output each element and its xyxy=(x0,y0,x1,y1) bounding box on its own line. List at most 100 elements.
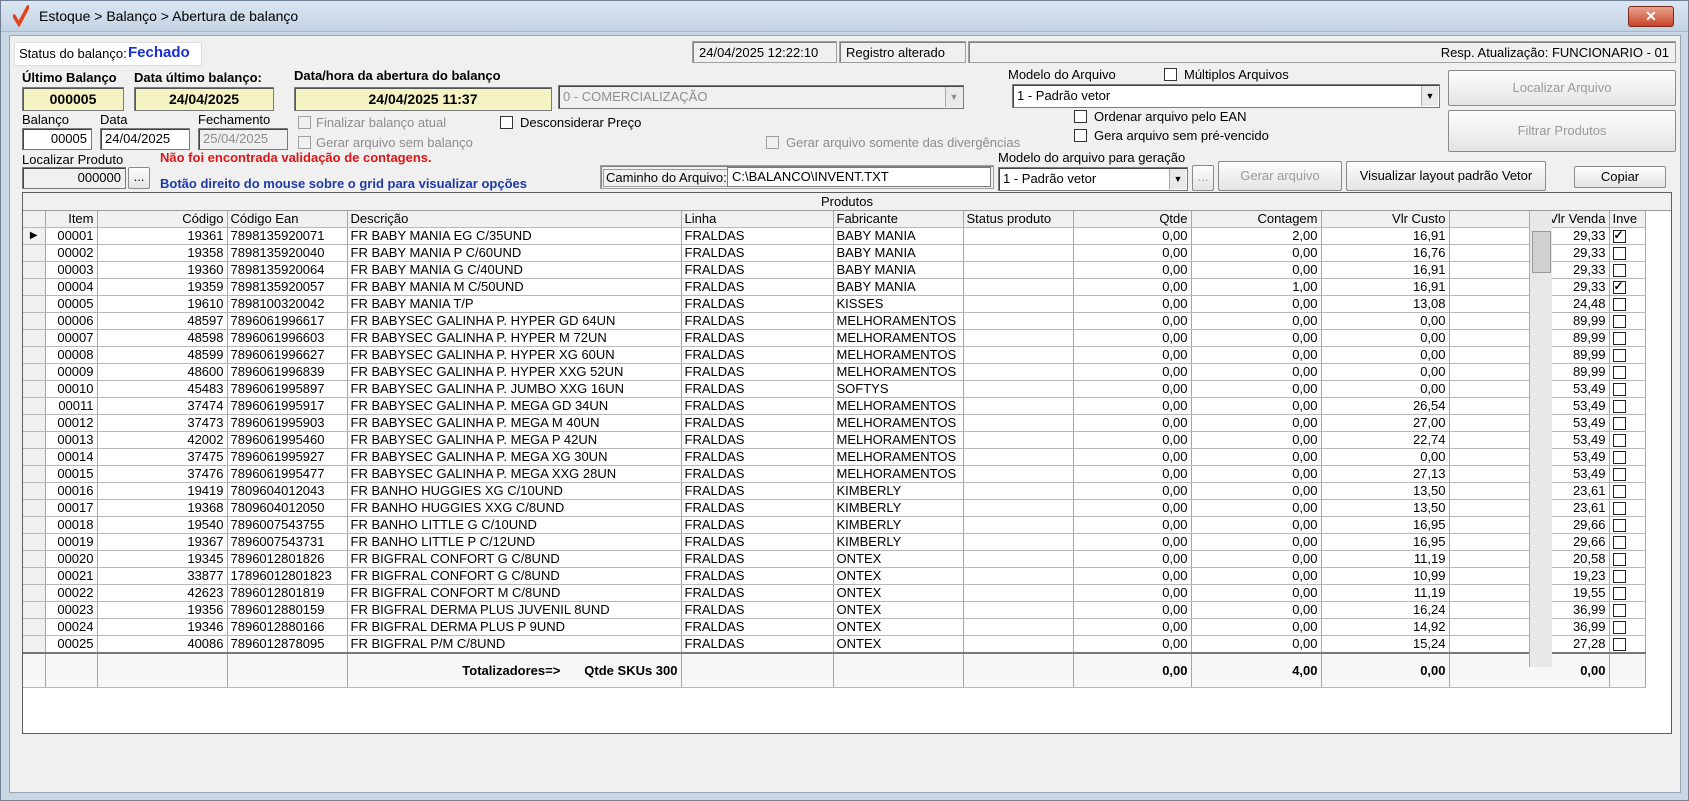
cell-status[interactable] xyxy=(963,244,1074,262)
table-row[interactable]: 00025 40086 7896012878095 FR BIGFRAL P/M C/… xyxy=(23,635,1646,654)
cell-descricao[interactable]: FR BIGFRAL DERMA PLUS P 9UND xyxy=(347,618,682,636)
cell-qtde[interactable]: 0,00 xyxy=(1073,261,1192,279)
cell-fabricante[interactable]: BABY MANIA xyxy=(833,278,964,296)
inventario-checkbox[interactable] xyxy=(1612,468,1626,482)
cell-ean[interactable]: 17896012801823 xyxy=(227,567,348,585)
cell-contagem[interactable]: 0,00 xyxy=(1191,363,1322,381)
filtrar-produtos-button[interactable]: Filtrar Produtos xyxy=(1448,110,1676,152)
cell-descricao[interactable]: FR BANHO LITTLE G C/10UND xyxy=(347,516,682,534)
cell-contagem[interactable]: 0,00 xyxy=(1191,380,1322,398)
cell-descricao[interactable]: FR BABYSEC GALINHA P. HYPER GD 64UN xyxy=(347,312,682,330)
col-header-item[interactable]: Item xyxy=(45,211,98,228)
cell-qtde[interactable]: 0,00 xyxy=(1073,499,1192,517)
cell-codigo[interactable]: 48599 xyxy=(97,346,228,364)
cell-qtde[interactable]: 0,00 xyxy=(1073,414,1192,432)
col-header-status[interactable]: Status produto xyxy=(963,211,1074,228)
cell-contagem[interactable]: 0,00 xyxy=(1191,550,1322,568)
cell-descricao[interactable]: FR BABYSEC GALINHA P. HYPER XG 60UN xyxy=(347,346,682,364)
cell-fabricante[interactable]: MELHORAMENTOS xyxy=(833,431,964,449)
col-header-inventario[interactable]: Inve xyxy=(1609,211,1646,228)
cell-ean[interactable]: 7896061996603 xyxy=(227,329,348,347)
cell-custo[interactable]: 0,00 xyxy=(1321,312,1450,330)
cell-contagem[interactable]: 0,00 xyxy=(1191,465,1322,483)
modelo-arquivo-select[interactable]: 1 - Padrão vetor ▼ xyxy=(1012,84,1440,108)
cell-descricao[interactable]: FR BABYSEC GALINHA P. MEGA XXG 28UN xyxy=(347,465,682,483)
table-row[interactable]: 00016 19419 7809604012043 FR BANHO HUGGIES … xyxy=(23,482,1646,500)
cell-item[interactable]: 00024 xyxy=(45,618,98,636)
cell-contagem[interactable]: 0,00 xyxy=(1191,533,1322,551)
inventario-checkbox[interactable] xyxy=(1612,400,1626,414)
cell-fabricante[interactable]: MELHORAMENTOS xyxy=(833,346,964,364)
cell-inventario[interactable] xyxy=(1609,363,1646,381)
cell-linha[interactable]: FRALDAS xyxy=(681,346,834,364)
cell-codigo[interactable]: 19368 xyxy=(97,499,228,517)
cell-ean[interactable]: 7896061996839 xyxy=(227,363,348,381)
cell-ean[interactable]: 7896061996617 xyxy=(227,312,348,330)
table-row[interactable]: 00011 37474 7896061995917 FR BABYSEC GALINH… xyxy=(23,397,1646,415)
table-row[interactable]: 00012 37473 7896061995903 FR BABYSEC GALINH… xyxy=(23,414,1646,432)
cell-qtde[interactable]: 0,00 xyxy=(1073,380,1192,398)
inventario-checkbox[interactable] xyxy=(1612,604,1626,618)
cell-codigo[interactable]: 19356 xyxy=(97,601,228,619)
cell-custo[interactable]: 11,19 xyxy=(1321,550,1450,568)
cell-status[interactable] xyxy=(963,312,1074,330)
cell-inventario[interactable] xyxy=(1609,618,1646,636)
cell-descricao[interactable]: FR BABYSEC GALINHA P. MEGA M 40UN xyxy=(347,414,682,432)
cell-linha[interactable]: FRALDAS xyxy=(681,295,834,313)
cell-custo[interactable]: 27,00 xyxy=(1321,414,1450,432)
inventario-checkbox[interactable] xyxy=(1612,366,1626,380)
cell-item[interactable]: 00011 xyxy=(45,397,98,415)
table-row[interactable]: 00008 48599 7896061996627 FR BABYSEC GALINH… xyxy=(23,346,1646,364)
cell-linha[interactable]: FRALDAS xyxy=(681,465,834,483)
cell-inventario[interactable] xyxy=(1609,533,1646,551)
cell-codigo[interactable]: 19419 xyxy=(97,482,228,500)
col-header-descricao[interactable]: Descrição xyxy=(347,211,682,228)
cell-ean[interactable]: 7896061995927 xyxy=(227,448,348,466)
cell-status[interactable] xyxy=(963,295,1074,313)
cell-contagem[interactable]: 0,00 xyxy=(1191,516,1322,534)
col-header-fabricante[interactable]: Fabricante xyxy=(833,211,964,228)
cell-codigo[interactable]: 37473 xyxy=(97,414,228,432)
cell-fabricante[interactable]: BABY MANIA xyxy=(833,227,964,245)
cell-fabricante[interactable]: ONTEX xyxy=(833,618,964,636)
cell-custo[interactable]: 16,76 xyxy=(1321,244,1450,262)
cell-custo[interactable]: 0,00 xyxy=(1321,380,1450,398)
cell-item[interactable]: 00006 xyxy=(45,312,98,330)
cell-inventario[interactable] xyxy=(1609,278,1646,296)
cell-descricao[interactable]: FR BANHO LITTLE P C/12UND xyxy=(347,533,682,551)
row-indicator[interactable]: ▶ xyxy=(23,227,46,245)
cell-status[interactable] xyxy=(963,363,1074,381)
cell-inventario[interactable] xyxy=(1609,601,1646,619)
row-indicator[interactable] xyxy=(23,567,46,585)
cell-fabricante[interactable]: KIMBERLY xyxy=(833,482,964,500)
cell-item[interactable]: 00010 xyxy=(45,380,98,398)
gerar-arquivo-button[interactable]: Gerar arquivo xyxy=(1218,161,1342,191)
cell-custo[interactable]: 13,50 xyxy=(1321,499,1450,517)
cell-status[interactable] xyxy=(963,533,1074,551)
gerar-sem-balanco-checkbox[interactable] xyxy=(298,136,311,149)
inventario-checkbox[interactable] xyxy=(1612,315,1626,329)
cell-item[interactable]: 00017 xyxy=(45,499,98,517)
col-header-linha[interactable]: Linha xyxy=(681,211,834,228)
cell-status[interactable] xyxy=(963,448,1074,466)
cell-status[interactable] xyxy=(963,550,1074,568)
cell-ean[interactable]: 7896007543731 xyxy=(227,533,348,551)
cell-codigo[interactable]: 19346 xyxy=(97,618,228,636)
row-indicator[interactable] xyxy=(23,431,46,449)
cell-qtde[interactable]: 0,00 xyxy=(1073,363,1192,381)
cell-ean[interactable]: 7896061995917 xyxy=(227,397,348,415)
cell-codigo[interactable]: 37474 xyxy=(97,397,228,415)
cell-item[interactable]: 00012 xyxy=(45,414,98,432)
cell-inventario[interactable] xyxy=(1609,516,1646,534)
cell-custo[interactable]: 11,19 xyxy=(1321,584,1450,602)
cell-fabricante[interactable]: BABY MANIA xyxy=(833,244,964,262)
inventario-checkbox[interactable] xyxy=(1612,349,1626,363)
cell-contagem[interactable]: 0,00 xyxy=(1191,244,1322,262)
cell-contagem[interactable]: 0,00 xyxy=(1191,414,1322,432)
inventario-checkbox[interactable] xyxy=(1612,587,1626,601)
cell-contagem[interactable]: 0,00 xyxy=(1191,261,1322,279)
cell-descricao[interactable]: FR BABYSEC GALINHA P. MEGA XG 30UN xyxy=(347,448,682,466)
cell-codigo[interactable]: 19360 xyxy=(97,261,228,279)
cell-codigo[interactable]: 19540 xyxy=(97,516,228,534)
inventario-checkbox[interactable] xyxy=(1612,570,1626,584)
